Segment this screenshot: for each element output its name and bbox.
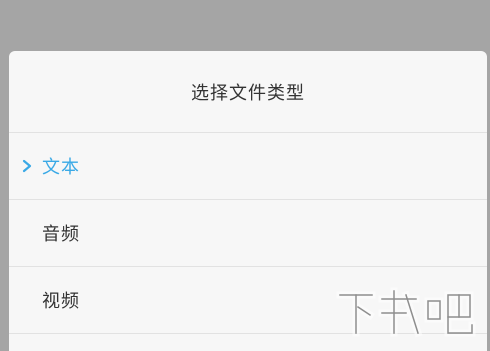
watermark-logo	[336, 287, 476, 339]
option-label: 文本	[42, 153, 80, 179]
chevron-right-icon	[21, 158, 33, 174]
option-label: 视频	[42, 287, 80, 313]
option-audio[interactable]: 音频	[9, 200, 487, 267]
dialog-title: 选择文件类型	[9, 51, 487, 133]
option-label: 音频	[42, 220, 80, 246]
option-text[interactable]: 文本	[9, 133, 487, 200]
